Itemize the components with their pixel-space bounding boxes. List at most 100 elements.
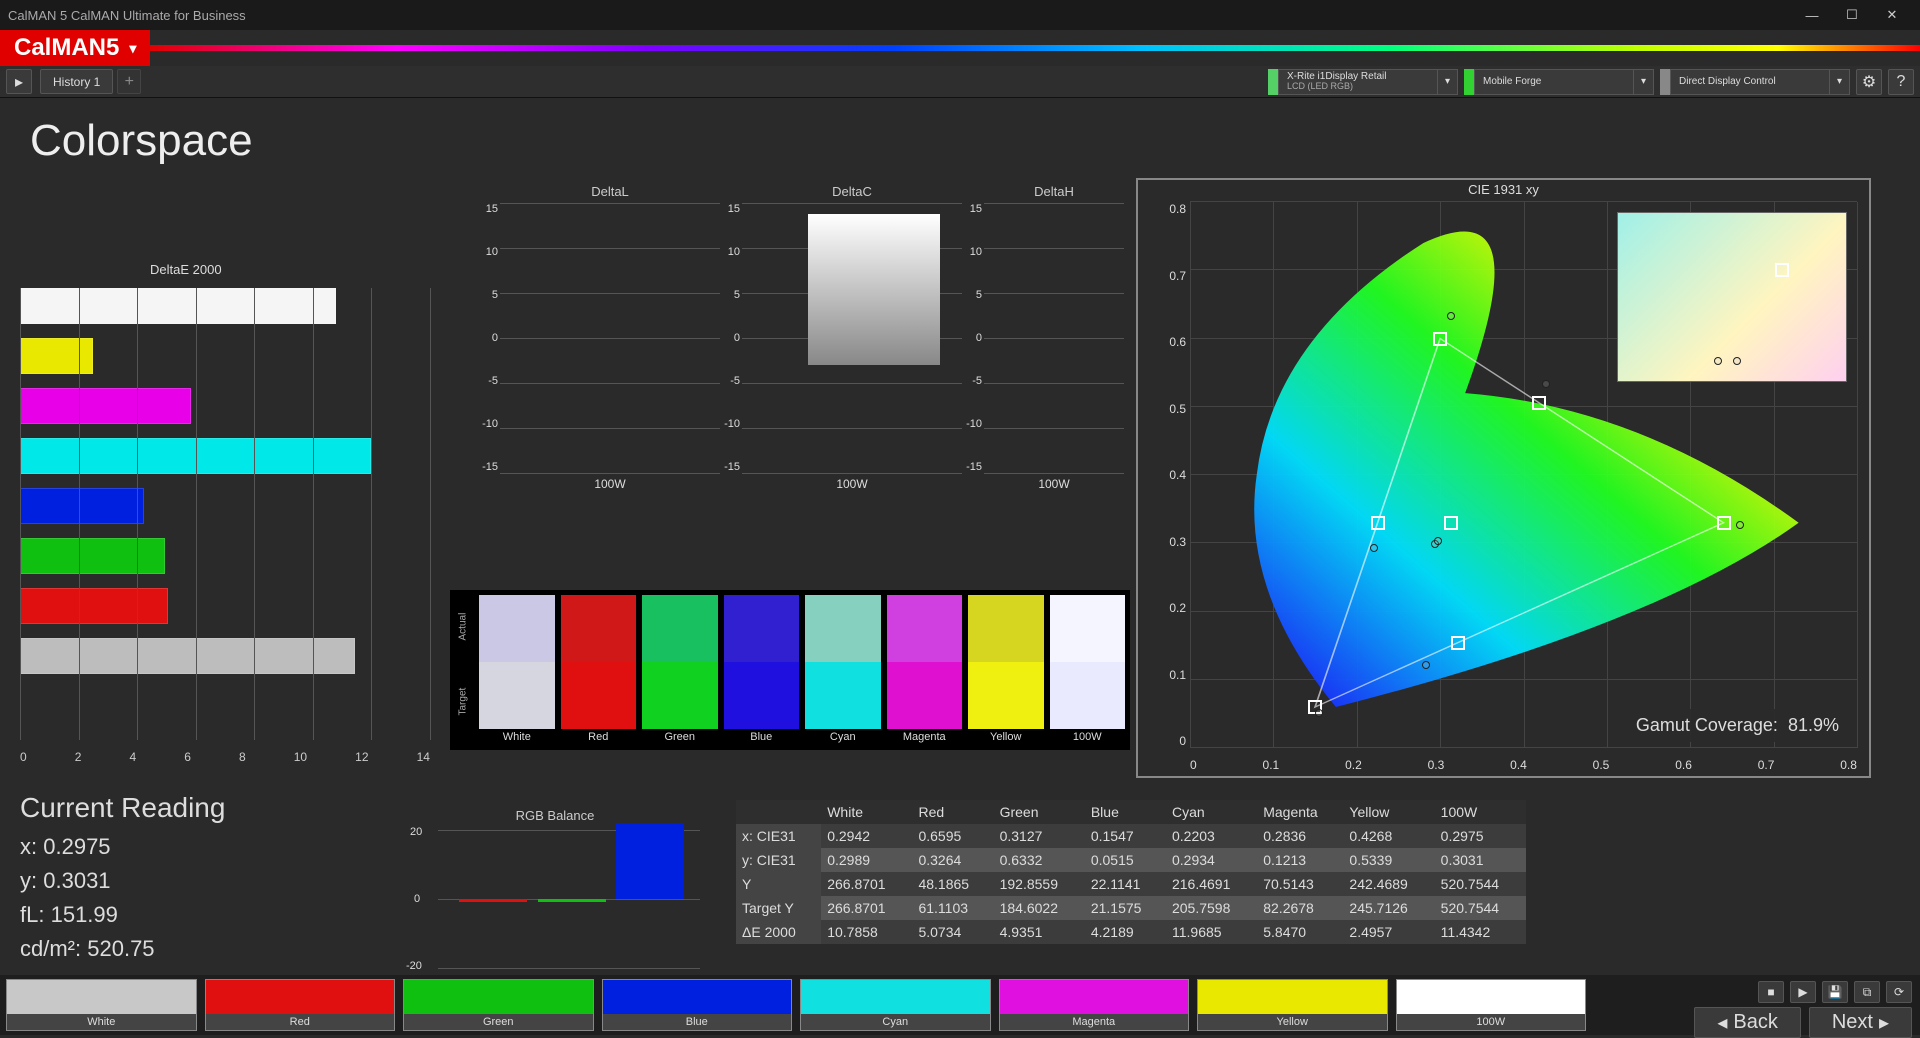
window-titlebar: CalMAN 5 CalMAN Ultimate for Business — … bbox=[0, 0, 1920, 30]
minimize-button[interactable]: — bbox=[1792, 0, 1832, 30]
cie-measured-point bbox=[1434, 537, 1442, 545]
cie-target-marker bbox=[1451, 636, 1465, 650]
deltae-chart: DeltaE 2000 02468101214 bbox=[20, 288, 430, 758]
rainbow-separator bbox=[150, 45, 1920, 51]
cr-cdm2-label: cd/m²: bbox=[20, 936, 81, 961]
cie-measured-point bbox=[1542, 380, 1550, 388]
table-cell: 11.9685 bbox=[1166, 920, 1257, 944]
nav-play-button[interactable]: ▶ bbox=[1790, 981, 1816, 1003]
footer-swatch[interactable]: Magenta bbox=[999, 979, 1190, 1031]
swatch-col: White bbox=[479, 595, 555, 745]
app-logo[interactable]: CalMAN5 ▾ bbox=[0, 30, 150, 66]
footer-swatch-label: 100W bbox=[1397, 1014, 1586, 1030]
table-cell: 0.2836 bbox=[1257, 824, 1343, 848]
swatch-col: Cyan bbox=[805, 595, 881, 745]
cr-x-label: x: bbox=[20, 834, 37, 859]
tab-row: ▸ History 1 + X-Rite i1Display RetailLCD… bbox=[0, 66, 1920, 98]
table-cell: 205.7598 bbox=[1166, 896, 1257, 920]
save-icon: 💾 bbox=[1828, 985, 1843, 999]
chevron-down-icon[interactable]: ▾ bbox=[1830, 69, 1850, 95]
deltaH-title: DeltaH bbox=[984, 184, 1124, 199]
next-button[interactable]: Next▸ bbox=[1809, 1007, 1912, 1038]
footer-swatch[interactable]: Yellow bbox=[1197, 979, 1388, 1031]
table-cell: 242.4689 bbox=[1343, 872, 1434, 896]
chevron-left-icon: ◂ bbox=[1717, 1010, 1727, 1035]
footer-swatch[interactable]: 100W bbox=[1396, 979, 1587, 1031]
swatch-row-actual: Actual bbox=[458, 625, 469, 641]
table-cell: 0.2942 bbox=[821, 824, 912, 848]
table-cell: 0.6332 bbox=[994, 848, 1085, 872]
logo-dropdown-icon[interactable]: ▾ bbox=[129, 40, 136, 57]
device-selector-source[interactable]: Mobile Forge ▾ bbox=[1464, 69, 1654, 95]
device-selector-meter[interactable]: X-Rite i1Display RetailLCD (LED RGB) ▾ bbox=[1268, 69, 1458, 95]
device-sub: LCD (LED RGB) bbox=[1287, 82, 1429, 92]
chevron-down-icon[interactable]: ▾ bbox=[1438, 69, 1458, 95]
deltae-bar bbox=[20, 638, 355, 674]
table-cell: 0.2989 bbox=[821, 848, 912, 872]
tab-add-button[interactable]: + bbox=[117, 69, 141, 94]
table-header: Yellow bbox=[1343, 800, 1434, 824]
device-selector-display[interactable]: Direct Display Control ▾ bbox=[1660, 69, 1850, 95]
table-cell: 0.2975 bbox=[1435, 824, 1526, 848]
table-cell: 82.2678 bbox=[1257, 896, 1343, 920]
rgb-balance-chart: RGB Balance 20 0 -20 100W bbox=[410, 808, 700, 988]
swatch-label: Magenta bbox=[887, 729, 963, 745]
x-label: 100W bbox=[500, 477, 720, 491]
help-button[interactable]: ? bbox=[1888, 69, 1914, 95]
table-cell: 48.1865 bbox=[912, 872, 993, 896]
row-label: x: CIE31 bbox=[736, 824, 821, 848]
swatch-label: Green bbox=[642, 729, 718, 745]
back-button[interactable]: ◂Back bbox=[1694, 1007, 1801, 1038]
cr-y-label: y: bbox=[20, 868, 37, 893]
table-cell: 0.1547 bbox=[1085, 824, 1166, 848]
table-row: x: CIE310.29420.65950.31270.15470.22030.… bbox=[736, 824, 1526, 848]
table-cell: 0.3031 bbox=[1435, 848, 1526, 872]
footer: White RedGreenBlueCyan Magenta Yellow 100W ■… bbox=[0, 975, 1920, 1035]
deltaH-chart: DeltaH 151050-5-10-15 100W bbox=[984, 184, 1124, 473]
deltae-bar bbox=[20, 538, 165, 574]
x-label: 100W bbox=[742, 477, 962, 491]
chevron-down-icon[interactable]: ▾ bbox=[1634, 69, 1654, 95]
row-label: y: CIE31 bbox=[736, 848, 821, 872]
table-cell: 0.4268 bbox=[1343, 824, 1434, 848]
cr-y-value: 0.3031 bbox=[43, 868, 110, 893]
footer-swatch[interactable]: Red bbox=[205, 979, 396, 1031]
close-button[interactable]: ✕ bbox=[1872, 0, 1912, 30]
nav-link-button[interactable]: ⧉ bbox=[1854, 981, 1880, 1003]
tab-back-button[interactable]: ▸ bbox=[6, 69, 32, 94]
swatch-label: Cyan bbox=[805, 729, 881, 745]
table-cell: 5.0734 bbox=[912, 920, 993, 944]
swatch-label: Blue bbox=[724, 729, 800, 745]
cie-target-marker bbox=[1532, 396, 1546, 410]
data-table: WhiteRedGreenBlueCyanMagentaYellow100W x… bbox=[736, 800, 1526, 944]
table-header: White bbox=[821, 800, 912, 824]
nav-refresh-button[interactable]: ⟳ bbox=[1886, 981, 1912, 1003]
footer-swatch[interactable]: White bbox=[6, 979, 197, 1031]
footer-swatch-label: Magenta bbox=[1000, 1014, 1189, 1030]
cie-measured-point bbox=[1447, 312, 1455, 320]
table-cell: 61.1103 bbox=[912, 896, 993, 920]
table-cell: 266.8701 bbox=[821, 872, 912, 896]
logo-text: CalMAN5 bbox=[14, 34, 119, 62]
table-header: Cyan bbox=[1166, 800, 1257, 824]
rgb-bar bbox=[459, 899, 527, 902]
gear-icon: ⚙ bbox=[1862, 72, 1876, 92]
footer-swatch[interactable]: Green bbox=[403, 979, 594, 1031]
rgb-bar bbox=[538, 899, 606, 902]
table-cell: 0.3127 bbox=[994, 824, 1085, 848]
table-cell: 22.1141 bbox=[1085, 872, 1166, 896]
tab-history[interactable]: History 1 bbox=[40, 69, 113, 94]
x-label: 100W bbox=[984, 477, 1124, 491]
footer-swatch[interactable]: Cyan bbox=[800, 979, 991, 1031]
cie-target-marker bbox=[1444, 516, 1458, 530]
nav-save-button[interactable]: 💾 bbox=[1822, 981, 1848, 1003]
refresh-icon: ⟳ bbox=[1894, 985, 1904, 999]
table-cell: 520.7544 bbox=[1435, 872, 1526, 896]
footer-swatch[interactable]: Blue bbox=[602, 979, 793, 1031]
maximize-button[interactable]: ☐ bbox=[1832, 0, 1872, 30]
footer-swatch-label: White bbox=[7, 1014, 196, 1030]
current-reading-title: Current Reading bbox=[20, 792, 225, 824]
table-cell: 4.9351 bbox=[994, 920, 1085, 944]
settings-button[interactable]: ⚙ bbox=[1856, 69, 1882, 95]
nav-stop-button[interactable]: ■ bbox=[1758, 981, 1784, 1003]
